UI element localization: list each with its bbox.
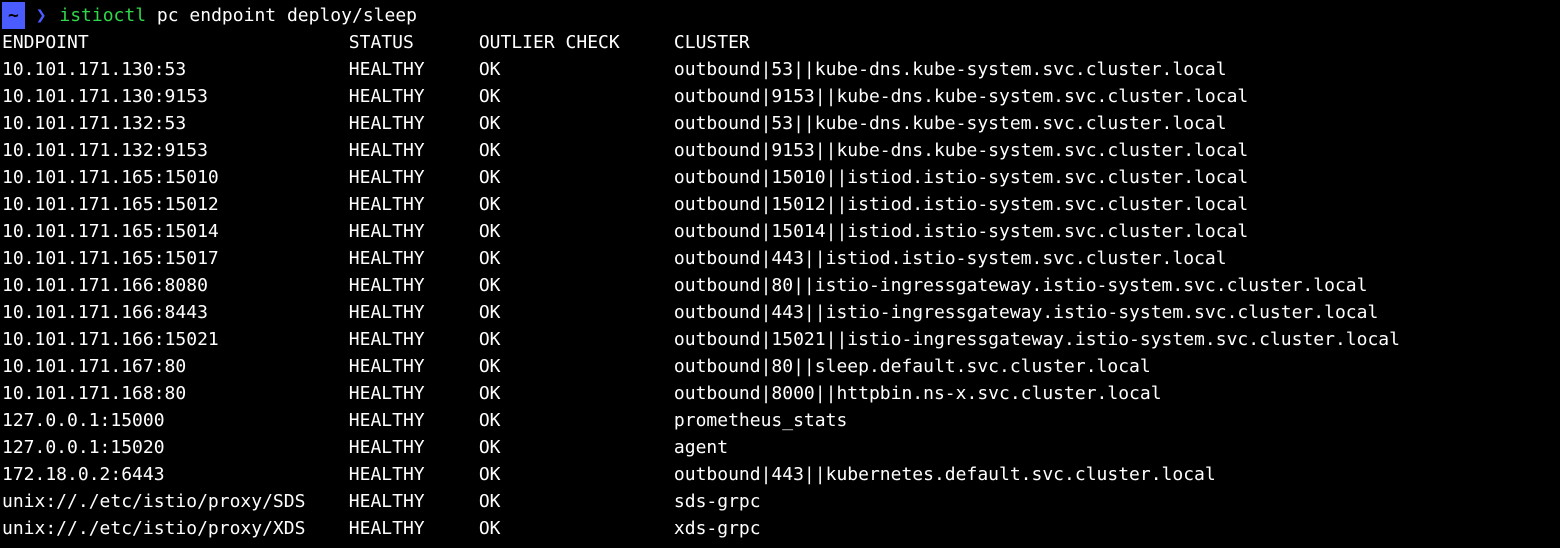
command-args: pc endpoint deploy/sleep <box>146 2 417 29</box>
table-row: 10.101.171.166:8443 HEALTHY OK outbound|… <box>2 302 1378 323</box>
prompt-line: ~ ❯ istioctl pc endpoint deploy/sleep <box>2 2 1558 29</box>
table-header-row: ENDPOINT STATUS OUTLIER CHECK CLUSTER <box>2 32 750 53</box>
table-row: 10.101.171.165:15017 HEALTHY OK outbound… <box>2 248 1227 269</box>
table-row: 10.101.171.166:8080 HEALTHY OK outbound|… <box>2 275 1367 296</box>
table-row: 10.101.171.167:80 HEALTHY OK outbound|80… <box>2 356 1151 377</box>
prompt-arrow-icon: ❯ <box>36 2 47 29</box>
table-row: 10.101.171.165:15010 HEALTHY OK outbound… <box>2 167 1248 188</box>
table-row: 10.101.171.165:15014 HEALTHY OK outbound… <box>2 221 1248 242</box>
table-row: 127.0.0.1:15020 HEALTHY OK agent <box>2 437 728 458</box>
command-binary: istioctl <box>59 2 146 29</box>
table-row: 10.101.171.166:15021 HEALTHY OK outbound… <box>2 329 1400 350</box>
prompt-dir-badge: ~ <box>2 2 25 29</box>
table-row: 10.101.171.130:9153 HEALTHY OK outbound|… <box>2 86 1248 107</box>
command-output: ENDPOINT STATUS OUTLIER CHECK CLUSTER 10… <box>2 29 1558 542</box>
table-row: unix://./etc/istio/proxy/XDS HEALTHY OK … <box>2 518 761 539</box>
table-row: 10.101.171.130:53 HEALTHY OK outbound|53… <box>2 59 1227 80</box>
table-row: 10.101.171.168:80 HEALTHY OK outbound|80… <box>2 383 1162 404</box>
terminal[interactable]: ~ ❯ istioctl pc endpoint deploy/sleep EN… <box>0 0 1560 544</box>
table-row: unix://./etc/istio/proxy/SDS HEALTHY OK … <box>2 491 761 512</box>
table-row: 10.101.171.165:15012 HEALTHY OK outbound… <box>2 194 1248 215</box>
table-row: 10.101.171.132:9153 HEALTHY OK outbound|… <box>2 140 1248 161</box>
table-row: 10.101.171.132:53 HEALTHY OK outbound|53… <box>2 113 1227 134</box>
table-row: 172.18.0.2:6443 HEALTHY OK outbound|443|… <box>2 464 1216 485</box>
table-row: 127.0.0.1:15000 HEALTHY OK prometheus_st… <box>2 410 847 431</box>
